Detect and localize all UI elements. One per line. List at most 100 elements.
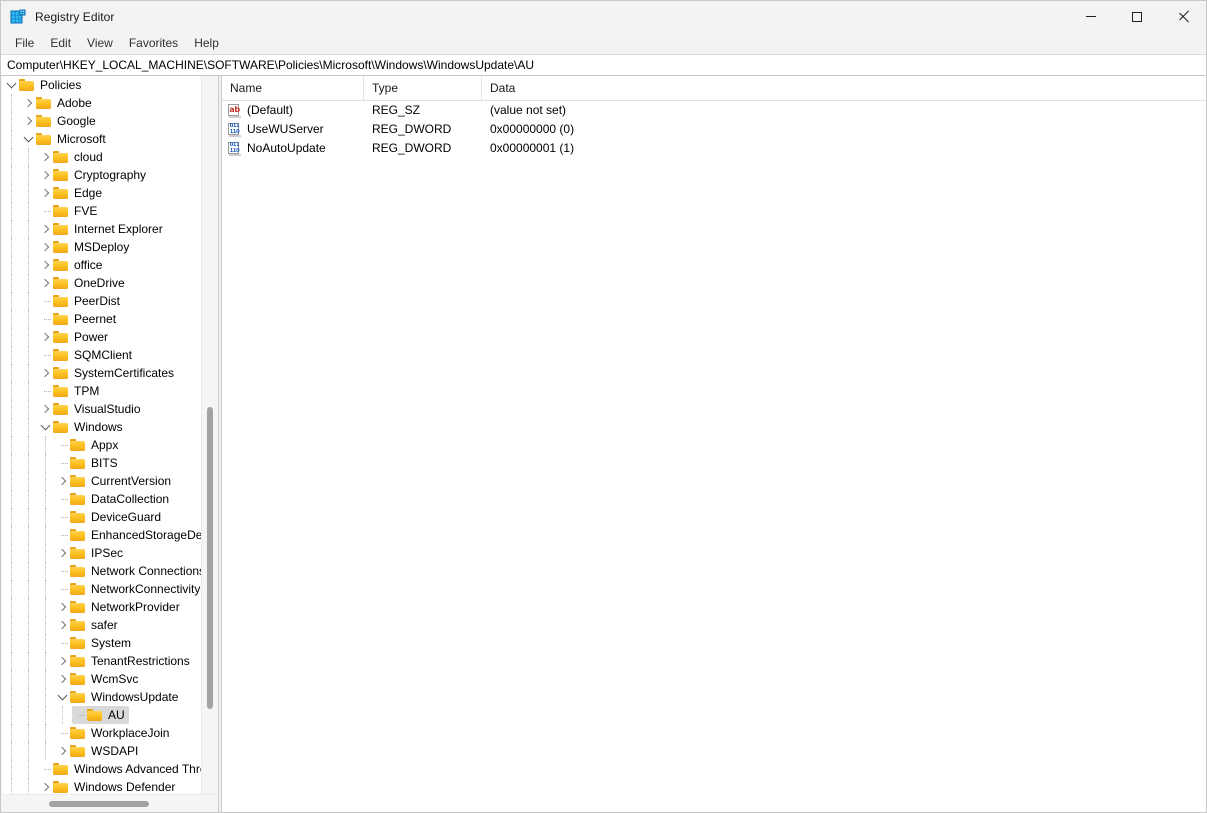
tree-node-hit[interactable]: TPM xyxy=(38,382,103,400)
tree-node-hit[interactable]: Google xyxy=(21,112,100,130)
tree-node-hit[interactable]: Windows Advanced Threat Protection xyxy=(38,760,202,778)
tree-node-appx[interactable]: Appx xyxy=(2,436,202,454)
tree-node-hit[interactable]: WSDAPI xyxy=(55,742,142,760)
tree-node-hit[interactable]: Appx xyxy=(55,436,122,454)
tree-node-hit[interactable]: Policies xyxy=(4,76,85,94)
tree-node-enhancedstoragedevices[interactable]: EnhancedStorageDevices xyxy=(2,526,202,544)
tree-node-hit[interactable]: FVE xyxy=(38,202,101,220)
tree-node-hit[interactable]: cloud xyxy=(38,148,107,166)
chevron-down-icon[interactable] xyxy=(38,418,53,436)
tree-node-workplacejoin[interactable]: WorkplaceJoin xyxy=(2,724,202,742)
tree-node-wcmsvc[interactable]: WcmSvc xyxy=(2,670,202,688)
chevron-right-icon[interactable] xyxy=(38,148,53,166)
chevron-right-icon[interactable] xyxy=(55,652,70,670)
tree-node-hit[interactable]: Network Connections xyxy=(55,562,202,580)
tree-node-hit[interactable]: System xyxy=(55,634,135,652)
tree-node-hit[interactable]: Internet Explorer xyxy=(38,220,167,238)
chevron-right-icon[interactable] xyxy=(38,238,53,256)
tree-node-adobe[interactable]: Adobe xyxy=(2,94,202,112)
registry-tree[interactable]: Policies Adobe Google Microsoft cloud Cryptog… xyxy=(2,76,202,795)
tree-node-office[interactable]: office xyxy=(2,256,202,274)
tree-node-tpm[interactable]: TPM xyxy=(2,382,202,400)
tree-node-internet-explorer[interactable]: Internet Explorer xyxy=(2,220,202,238)
chevron-right-icon[interactable] xyxy=(21,94,36,112)
tree-node-ipsec[interactable]: IPSec xyxy=(2,544,202,562)
tree-node-windows[interactable]: Windows xyxy=(2,418,202,436)
tree-node-sqmclient[interactable]: SQMClient xyxy=(2,346,202,364)
menu-help[interactable]: Help xyxy=(186,34,227,53)
maximize-button[interactable] xyxy=(1114,1,1160,32)
menu-view[interactable]: View xyxy=(79,34,121,53)
tree-node-hit[interactable]: office xyxy=(38,256,106,274)
tree-node-microsoft[interactable]: Microsoft xyxy=(2,130,202,148)
tree-node-peerdist[interactable]: PeerDist xyxy=(2,292,202,310)
tree-node-hit[interactable]: EnhancedStorageDevices xyxy=(55,526,202,544)
tree-node-hit[interactable]: Peernet xyxy=(38,310,120,328)
tree-node-onedrive[interactable]: OneDrive xyxy=(2,274,202,292)
column-header-type[interactable]: Type xyxy=(364,76,482,100)
tree-node-hit[interactable]: VisualStudio xyxy=(38,400,145,418)
tree-node-policies[interactable]: Policies xyxy=(2,76,202,94)
chevron-right-icon[interactable] xyxy=(38,400,53,418)
title-bar[interactable]: Registry Editor xyxy=(1,1,1206,32)
tree-node-hit[interactable]: DataCollection xyxy=(55,490,173,508)
chevron-right-icon[interactable] xyxy=(55,472,70,490)
tree-node-tenantrestrictions[interactable]: TenantRestrictions xyxy=(2,652,202,670)
tree-node-hit[interactable]: WindowsUpdate xyxy=(55,688,182,706)
tree-node-hit[interactable]: Power xyxy=(38,328,112,346)
chevron-right-icon[interactable] xyxy=(55,616,70,634)
tree-node-hit[interactable]: TenantRestrictions xyxy=(55,652,194,670)
tree-node-cloud[interactable]: cloud xyxy=(2,148,202,166)
tree-node-hit[interactable]: OneDrive xyxy=(38,274,129,292)
tree-node-hit[interactable]: AU xyxy=(72,706,129,724)
tree-node-hit[interactable]: NetworkConnectivityStatusIndicator xyxy=(55,580,202,598)
tree-node-hit[interactable]: Windows xyxy=(38,418,127,436)
value-row[interactable]: ab (Default) REG_SZ (value not set) xyxy=(222,101,1206,120)
column-header-name[interactable]: Name xyxy=(222,76,364,100)
column-header-data[interactable]: Data xyxy=(482,76,1206,100)
menu-file[interactable]: File xyxy=(7,34,42,53)
tree-node-hit[interactable]: Edge xyxy=(38,184,106,202)
tree-node-hit[interactable]: WcmSvc xyxy=(55,670,142,688)
chevron-right-icon[interactable] xyxy=(38,256,53,274)
tree-node-hit[interactable]: SQMClient xyxy=(38,346,136,364)
chevron-right-icon[interactable] xyxy=(55,670,70,688)
tree-node-system[interactable]: System xyxy=(2,634,202,652)
chevron-right-icon[interactable] xyxy=(38,364,53,382)
chevron-right-icon[interactable] xyxy=(38,166,53,184)
tree-node-hit[interactable]: MSDeploy xyxy=(38,238,133,256)
tree-node-fve[interactable]: FVE xyxy=(2,202,202,220)
tree-node-networkconnectivitystatusindicator[interactable]: NetworkConnectivityStatusIndicator xyxy=(2,580,202,598)
value-row[interactable]: 011 110 UseWUServer REG_DWORD 0x00000000 (0) xyxy=(222,120,1206,139)
tree-node-cryptography[interactable]: Cryptography xyxy=(2,166,202,184)
tree-node-edge[interactable]: Edge xyxy=(2,184,202,202)
chevron-right-icon[interactable] xyxy=(55,742,70,760)
tree-node-hit[interactable]: IPSec xyxy=(55,544,127,562)
tree-vertical-scrollbar[interactable] xyxy=(201,76,218,795)
chevron-right-icon[interactable] xyxy=(38,220,53,238)
tree-node-peernet[interactable]: Peernet xyxy=(2,310,202,328)
tree-node-visualstudio[interactable]: VisualStudio xyxy=(2,400,202,418)
tree-node-hit[interactable]: BITS xyxy=(55,454,122,472)
tree-node-hit[interactable]: Windows Defender xyxy=(38,778,179,795)
tree-horizontal-scrollbar[interactable] xyxy=(1,794,218,812)
tree-node-windowsupdate[interactable]: WindowsUpdate xyxy=(2,688,202,706)
chevron-right-icon[interactable] xyxy=(21,112,36,130)
tree-node-windows-advanced-threat-protection[interactable]: Windows Advanced Threat Protection xyxy=(2,760,202,778)
chevron-right-icon[interactable] xyxy=(55,544,70,562)
tree-node-networkprovider[interactable]: NetworkProvider xyxy=(2,598,202,616)
chevron-right-icon[interactable] xyxy=(38,328,53,346)
tree-node-hit[interactable]: safer xyxy=(55,616,122,634)
tree-node-wsdapi[interactable]: WSDAPI xyxy=(2,742,202,760)
chevron-down-icon[interactable] xyxy=(21,130,36,148)
tree-node-safer[interactable]: safer xyxy=(2,616,202,634)
menu-edit[interactable]: Edit xyxy=(42,34,79,53)
chevron-right-icon[interactable] xyxy=(38,274,53,292)
tree-node-datacollection[interactable]: DataCollection xyxy=(2,490,202,508)
tree-node-google[interactable]: Google xyxy=(2,112,202,130)
tree-node-power[interactable]: Power xyxy=(2,328,202,346)
tree-node-deviceguard[interactable]: DeviceGuard xyxy=(2,508,202,526)
chevron-down-icon[interactable] xyxy=(4,76,19,94)
chevron-right-icon[interactable] xyxy=(38,184,53,202)
chevron-right-icon[interactable] xyxy=(38,778,53,795)
